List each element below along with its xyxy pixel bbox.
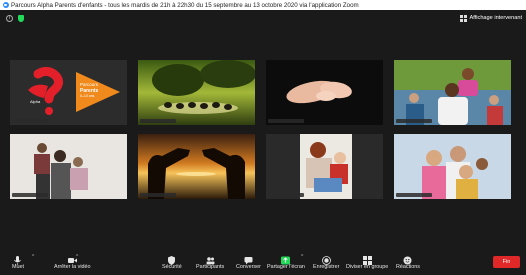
grid-view-icon xyxy=(459,14,467,22)
family-portrait-video xyxy=(10,134,127,199)
breakout-rooms-button[interactable]: Diviser en groupe xyxy=(346,252,388,270)
kids-smiling-video xyxy=(394,134,511,199)
participant-tile[interactable] xyxy=(394,134,511,199)
participant-name-bar xyxy=(396,119,432,123)
participant-tile[interactable]: Alpha Parcours Parents 0–10 ans xyxy=(10,60,127,125)
participant-name-bar xyxy=(140,119,176,123)
participant-tile[interactable] xyxy=(266,60,383,125)
mother-reading-video xyxy=(266,134,383,199)
hands-video xyxy=(266,60,383,125)
participant-name-bar xyxy=(12,119,48,123)
participant-name-bar xyxy=(268,119,304,123)
view-toggle-label: Affichage intervenant xyxy=(469,15,522,21)
share-options-chevron-icon[interactable]: ^ xyxy=(301,254,303,260)
security-button[interactable]: Sécurité xyxy=(162,252,182,270)
microphone-icon xyxy=(13,252,22,265)
logo-line-3: 0–10 ans xyxy=(80,94,95,98)
view-toggle-button[interactable]: Affichage intervenant xyxy=(459,13,522,23)
alpha-brand-text: Alpha xyxy=(30,99,41,104)
reactions-button[interactable]: Réactions xyxy=(396,252,420,270)
audio-options-chevron-icon[interactable]: ^ xyxy=(32,254,34,260)
video-options-chevron-icon[interactable]: ^ xyxy=(76,254,78,260)
participant-name-bar xyxy=(12,193,48,197)
participant-tile[interactable] xyxy=(394,60,511,125)
meeting-header: i Affichage intervenant xyxy=(0,10,526,27)
logo-line-1: Parcours xyxy=(80,82,99,87)
participant-tile[interactable] xyxy=(266,134,383,199)
end-meeting-button[interactable]: Fin xyxy=(493,256,520,268)
family-outdoors-video xyxy=(394,60,511,125)
participants-icon xyxy=(206,252,215,265)
participant-tile[interactable] xyxy=(138,134,255,199)
participant-tile[interactable] xyxy=(10,134,127,199)
mute-button[interactable]: Muet xyxy=(12,252,24,270)
security-shield-icon xyxy=(167,252,176,265)
sunset-heart-video xyxy=(138,134,255,199)
zoom-logo-icon xyxy=(3,2,9,8)
info-icon[interactable]: i xyxy=(6,15,13,22)
stop-video-button[interactable]: Arrêter la vidéo xyxy=(54,252,91,270)
share-screen-button[interactable]: Partager l'écran xyxy=(267,252,305,270)
participants-button[interactable]: Participants xyxy=(196,252,224,270)
smiley-icon xyxy=(403,252,412,265)
alpha-logo-video: Alpha Parcours Parents 0–10 ans xyxy=(10,60,127,125)
shield-icon[interactable] xyxy=(18,15,24,22)
meeting-toolbar: Muet ^ Arrêter la vidéo ^ Sécurité Parti… xyxy=(0,249,526,275)
participant-name-bar xyxy=(396,193,432,197)
window-titlebar: Parcours Alpha Parents d'enfants - tous … xyxy=(0,0,526,10)
participant-name-bar xyxy=(268,193,304,197)
breakout-rooms-icon xyxy=(362,252,372,265)
geese-video xyxy=(138,60,255,125)
record-icon xyxy=(321,252,331,265)
record-button[interactable]: Enregistrer xyxy=(313,252,339,270)
chat-button[interactable]: Converser xyxy=(236,252,261,270)
share-screen-icon xyxy=(281,252,291,265)
window-title: Parcours Alpha Parents d'enfants - tous … xyxy=(11,1,359,9)
participant-tile[interactable] xyxy=(138,60,255,125)
participant-name-bar xyxy=(140,193,176,197)
chat-bubble-icon xyxy=(244,252,253,265)
